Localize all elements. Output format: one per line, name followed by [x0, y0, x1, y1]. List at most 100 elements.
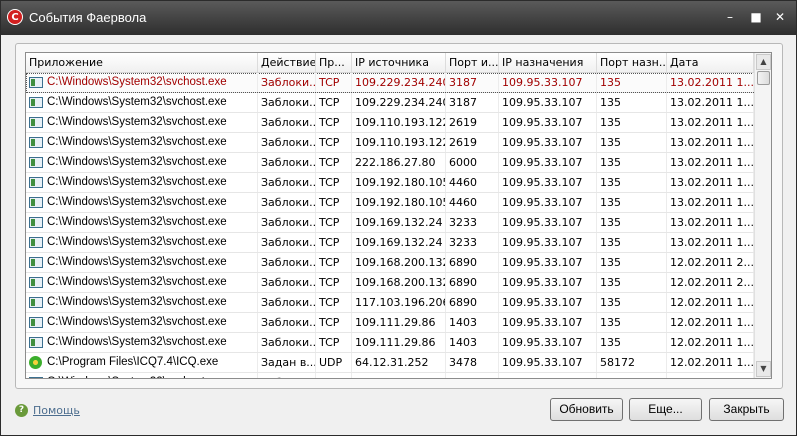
cell-application: C:\Windows\System32\svchost.exe: [26, 293, 258, 312]
scroll-thumb[interactable]: [757, 71, 770, 85]
exe-window-icon: [29, 277, 43, 288]
header-col-source-port[interactable]: Порт и...: [446, 53, 499, 72]
table-row[interactable]: C:\Windows\System32\svchost.exe Заблоки..…: [26, 313, 754, 333]
cell-destination-ip: 109.95.33.107: [499, 73, 597, 92]
cell-source-port: 1403: [446, 333, 499, 352]
cell-protocol: UDP: [316, 353, 352, 372]
table-row[interactable]: C:\Windows\System32\svchost.exe Заблоки..…: [26, 193, 754, 213]
table-row[interactable]: C:\Windows\System32\svchost.exe Заблоки..…: [26, 333, 754, 353]
cell-application: C:\Windows\System32\svchost.exe: [26, 113, 258, 132]
table-row[interactable]: C:\Windows\System32\svchost.exe Заблоки..…: [26, 73, 754, 93]
cell-application: C:\Windows\System32\svchost.exe: [26, 133, 258, 152]
more-button[interactable]: Еще...: [629, 398, 702, 421]
cell-application: C:\Windows\System32\svchost.exe: [26, 313, 258, 332]
cell-destination-port: 135: [597, 233, 667, 252]
exe-window-icon: [29, 197, 43, 208]
cell-source-port: 3817: [446, 373, 499, 378]
cell-destination-port: 135: [597, 193, 667, 212]
cell-destination-port: 135: [597, 113, 667, 132]
table-header: Приложение Действие Пр... IP источника Порт …: [26, 53, 754, 73]
cell-destination-port: 135: [597, 293, 667, 312]
title-bar[interactable]: C События Фаервола – ■ ✕: [1, 1, 796, 35]
cell-source-ip: 222.186.27.80: [352, 153, 446, 172]
table-row[interactable]: C:\Windows\System32\svchost.exe Заблоки..…: [26, 153, 754, 173]
minimize-button[interactable]: –: [721, 9, 739, 25]
cell-action: Задан в...: [258, 353, 316, 372]
cell-application: C:\Windows\System32\svchost.exe: [26, 213, 258, 232]
table-row[interactable]: C:\Windows\System32\svchost.exe Заблоки..…: [26, 133, 754, 153]
cell-source-ip: 109.169.132.24: [352, 213, 446, 232]
header-col-action[interactable]: Действие: [258, 53, 316, 72]
header-col-date[interactable]: Дата: [667, 53, 754, 72]
header-col-application[interactable]: Приложение: [26, 53, 258, 72]
table-row[interactable]: C:\Windows\System32\svchost.exe Заблоки..…: [26, 233, 754, 253]
help-link[interactable]: Помощь: [33, 404, 80, 417]
cell-date: 12.02.2011 1...: [667, 373, 754, 378]
cell-destination-port: 135: [597, 253, 667, 272]
cell-destination-port: 135: [597, 373, 667, 378]
table-row[interactable]: C:\Windows\System32\svchost.exe Заблоки..…: [26, 213, 754, 233]
exe-window-icon: [29, 237, 43, 248]
header-col-destination-ip[interactable]: IP назначения: [499, 53, 597, 72]
cell-date: 13.02.2011 1...: [667, 73, 754, 92]
cell-application: C:\Windows\System32\svchost.exe: [26, 233, 258, 252]
scroll-up-arrow-icon[interactable]: ▲: [756, 54, 771, 70]
vertical-scrollbar[interactable]: ▲ ▼: [754, 53, 771, 378]
close-window-button[interactable]: ✕: [771, 9, 789, 25]
cell-action: Заблоки...: [258, 93, 316, 112]
table-row[interactable]: C:\Windows\System32\svchost.exe Заблоки..…: [26, 273, 754, 293]
cell-protocol: TCP: [316, 293, 352, 312]
table-row[interactable]: C:\Windows\System32\svchost.exe Заблоки..…: [26, 113, 754, 133]
cell-action: Заблоки...: [258, 333, 316, 352]
cell-destination-ip: 109.95.33.107: [499, 253, 597, 272]
cell-protocol: TCP: [316, 233, 352, 252]
cell-source-port: 2619: [446, 113, 499, 132]
cell-source-ip: 109.192.180.105: [352, 173, 446, 192]
close-button[interactable]: Закрыть: [709, 398, 784, 421]
application-path: C:\Windows\System32\svchost.exe: [47, 196, 227, 208]
scroll-down-arrow-icon[interactable]: ▼: [756, 361, 771, 377]
header-col-source-ip[interactable]: IP источника: [352, 53, 446, 72]
exe-window-icon: [29, 377, 43, 378]
cell-date: 12.02.2011 1...: [667, 293, 754, 312]
cell-action: Заблоки...: [258, 373, 316, 378]
cell-destination-ip: 109.95.33.107: [499, 213, 597, 232]
table-body: C:\Windows\System32\svchost.exe Заблоки..…: [26, 73, 754, 378]
table-row[interactable]: C:\Program Files\ICQ7.4\ICQ.exe Задан в..…: [26, 353, 754, 373]
table-row[interactable]: C:\Windows\System32\svchost.exe Заблоки..…: [26, 93, 754, 113]
cell-destination-ip: 109.95.33.107: [499, 313, 597, 332]
cell-destination-ip: 109.95.33.107: [499, 333, 597, 352]
cell-destination-port: 135: [597, 153, 667, 172]
cell-application: C:\Windows\System32\svchost.exe: [26, 333, 258, 352]
cell-source-ip: 109.229.234.240: [352, 73, 446, 92]
cell-application: C:\Windows\System32\svchost.exe: [26, 173, 258, 192]
table-row[interactable]: C:\Windows\System32\svchost.exe Заблоки..…: [26, 293, 754, 313]
cell-source-port: 6890: [446, 273, 499, 292]
table-row[interactable]: C:\Windows\System32\svchost.exe Заблоки..…: [26, 173, 754, 193]
refresh-button[interactable]: Обновить: [550, 398, 623, 421]
table-row[interactable]: C:\Windows\System32\svchost.exe Заблоки..…: [26, 373, 754, 378]
events-table[interactable]: Приложение Действие Пр... IP источника Порт …: [25, 52, 772, 379]
application-path: C:\Windows\System32\svchost.exe: [47, 156, 227, 168]
icq-flower-icon: [29, 356, 43, 369]
exe-window-icon: [29, 257, 43, 268]
cell-destination-ip: 109.95.33.107: [499, 133, 597, 152]
header-col-destination-port[interactable]: Порт назн...: [597, 53, 667, 72]
cell-application: C:\Program Files\ICQ7.4\ICQ.exe: [26, 353, 258, 372]
application-path: C:\Windows\System32\svchost.exe: [47, 256, 227, 268]
cell-application: C:\Windows\System32\svchost.exe: [26, 273, 258, 292]
header-col-protocol[interactable]: Пр...: [316, 53, 352, 72]
cell-action: Заблоки...: [258, 253, 316, 272]
cell-protocol: TCP: [316, 273, 352, 292]
cell-source-ip: 109.192.180.105: [352, 193, 446, 212]
cell-destination-ip: 109.95.33.107: [499, 273, 597, 292]
maximize-button[interactable]: ■: [747, 9, 765, 25]
exe-window-icon: [29, 317, 43, 328]
application-path: C:\Windows\System32\svchost.exe: [47, 296, 227, 308]
cell-date: 13.02.2011 1...: [667, 133, 754, 152]
table-row[interactable]: C:\Windows\System32\svchost.exe Заблоки..…: [26, 253, 754, 273]
application-path: C:\Windows\System32\svchost.exe: [47, 136, 227, 148]
cell-action: Заблоки...: [258, 273, 316, 292]
cell-source-ip: 109.169.132.24: [352, 233, 446, 252]
cell-action: Заблоки...: [258, 233, 316, 252]
